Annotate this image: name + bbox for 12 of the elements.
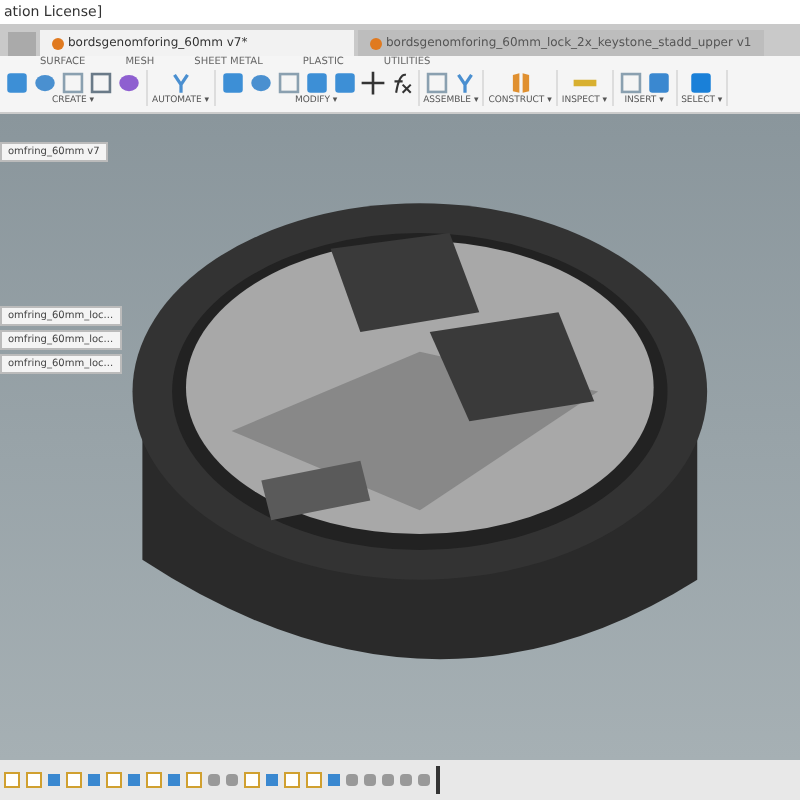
frame-tool-icon[interactable] [60, 70, 86, 96]
frame-tool-icon[interactable] [275, 70, 302, 96]
block-tool-icon[interactable] [303, 70, 330, 96]
frame-tool-icon[interactable] [423, 70, 450, 96]
block-tool-icon[interactable] [219, 70, 246, 96]
document-icon [370, 37, 382, 49]
timeline-marker-icon[interactable] [436, 766, 440, 794]
block-tool-icon[interactable] [4, 70, 30, 96]
document-icon [52, 37, 64, 49]
move-tool-icon[interactable] [359, 70, 386, 96]
sketch-tool-icon[interactable] [88, 70, 114, 96]
frame-tool-icon[interactable] [617, 70, 644, 96]
